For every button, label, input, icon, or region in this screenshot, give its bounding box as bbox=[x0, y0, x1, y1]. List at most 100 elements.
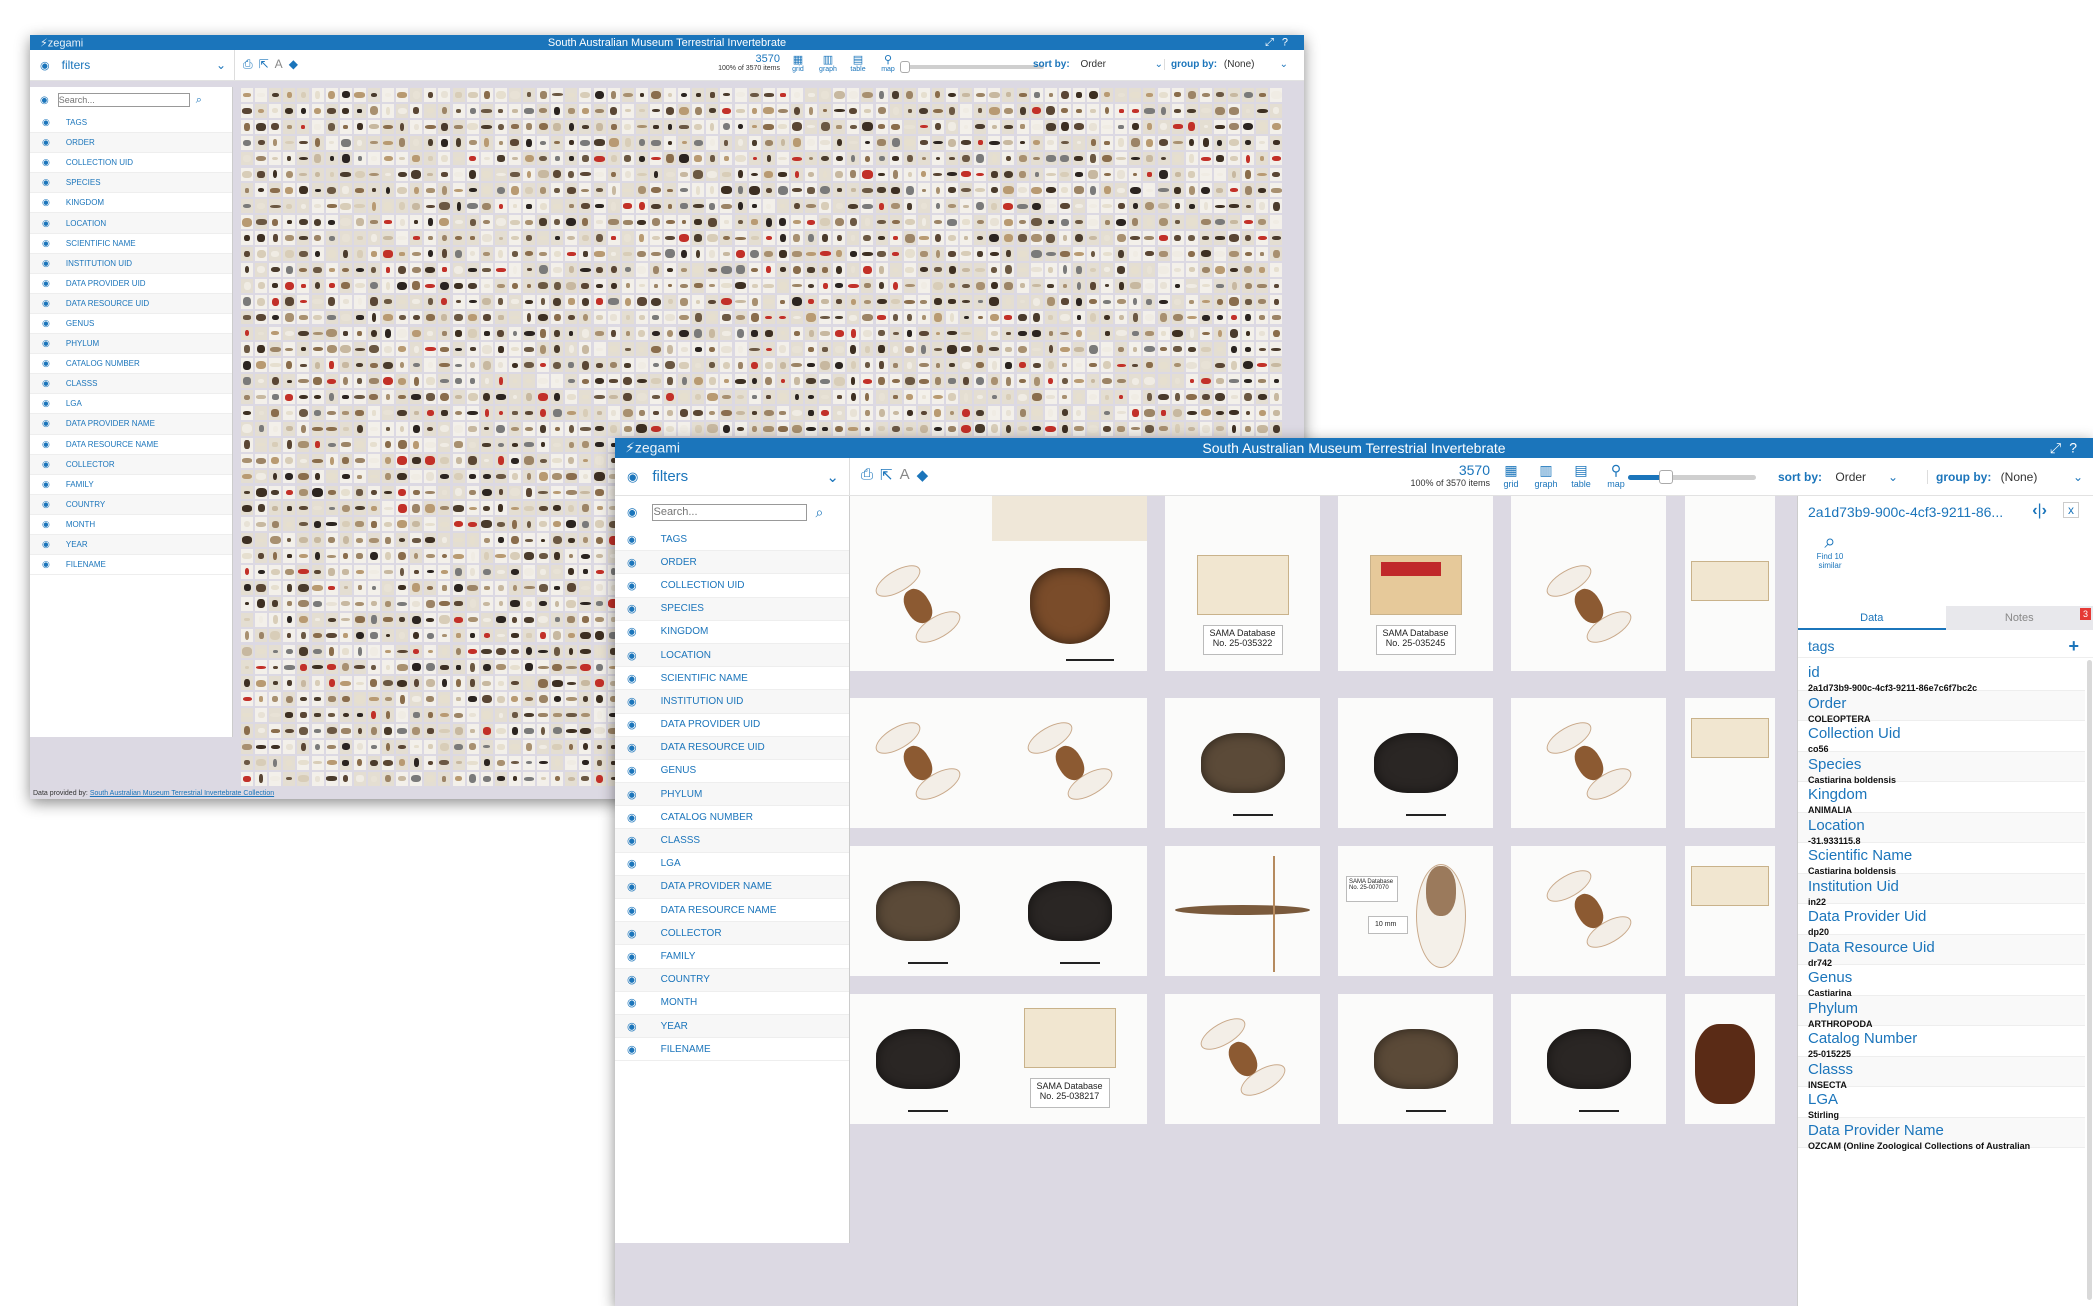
specimen-thumbnail[interactable] bbox=[960, 104, 972, 118]
specimen-thumbnail[interactable] bbox=[932, 104, 944, 118]
specimen-thumbnail[interactable] bbox=[1087, 199, 1099, 213]
specimen-thumbnail[interactable] bbox=[1256, 183, 1268, 197]
specimen-thumbnail[interactable] bbox=[777, 168, 789, 182]
specimen-thumbnail[interactable] bbox=[537, 231, 549, 245]
specimen-thumbnail[interactable] bbox=[706, 295, 718, 309]
specimen-thumbnail[interactable] bbox=[382, 199, 394, 213]
specimen-thumbnail[interactable] bbox=[340, 295, 352, 309]
specimen-thumbnail[interactable] bbox=[255, 295, 267, 309]
specimen-thumbnail[interactable] bbox=[847, 88, 859, 102]
specimen-thumbnail[interactable] bbox=[438, 104, 450, 118]
specimen-thumbnail[interactable] bbox=[509, 263, 521, 277]
specimen-thumbnail[interactable] bbox=[495, 279, 507, 293]
specimen-thumbnail[interactable] bbox=[1129, 247, 1141, 261]
specimen-thumbnail[interactable] bbox=[1073, 279, 1085, 293]
specimen-thumbnail[interactable] bbox=[664, 311, 676, 325]
specimen-thumbnail[interactable] bbox=[326, 311, 338, 325]
specimen-thumbnail[interactable] bbox=[523, 327, 535, 341]
specimen-thumbnail[interactable] bbox=[326, 104, 338, 118]
specimen-thumbnail[interactable] bbox=[622, 136, 634, 150]
specimen-thumbnail[interactable] bbox=[523, 136, 535, 150]
specimen-thumbnail[interactable] bbox=[890, 168, 902, 182]
specimen-thumbnail[interactable] bbox=[974, 231, 986, 245]
specimen-thumbnail[interactable] bbox=[241, 120, 253, 134]
specimen-thumbnail[interactable] bbox=[368, 295, 380, 309]
specimen-thumbnail[interactable] bbox=[1059, 215, 1071, 229]
specimen-thumbnail[interactable] bbox=[904, 342, 916, 356]
specimen-thumbnail[interactable] bbox=[1101, 183, 1113, 197]
specimen-thumbnail[interactable] bbox=[1228, 263, 1240, 277]
specimen-thumbnail[interactable] bbox=[636, 311, 648, 325]
specimen-thumbnail[interactable] bbox=[650, 311, 662, 325]
specimen-thumbnail[interactable] bbox=[847, 120, 859, 134]
specimen-thumbnail[interactable] bbox=[594, 215, 606, 229]
specimen-thumbnail[interactable] bbox=[692, 231, 704, 245]
specimen-thumbnail[interactable] bbox=[565, 136, 577, 150]
specimen-thumbnail[interactable] bbox=[777, 279, 789, 293]
specimen-thumbnail[interactable] bbox=[1087, 120, 1099, 134]
specimen-thumbnail[interactable] bbox=[777, 231, 789, 245]
specimen-thumbnail[interactable] bbox=[340, 327, 352, 341]
specimen-thumbnail[interactable] bbox=[1087, 152, 1099, 166]
specimen-thumbnail[interactable] bbox=[932, 231, 944, 245]
specimen-thumbnail[interactable] bbox=[777, 120, 789, 134]
specimen-thumbnail[interactable] bbox=[1017, 120, 1029, 134]
specimen-thumbnail[interactable] bbox=[241, 231, 253, 245]
specimen-thumbnail[interactable] bbox=[946, 231, 958, 245]
specimen-thumbnail[interactable] bbox=[1073, 231, 1085, 245]
specimen-thumbnail[interactable] bbox=[720, 183, 732, 197]
specimen-thumbnail[interactable] bbox=[608, 231, 620, 245]
specimen-thumbnail[interactable] bbox=[509, 104, 521, 118]
specimen-thumbnail[interactable] bbox=[1045, 168, 1057, 182]
specimen-thumbnail[interactable] bbox=[438, 136, 450, 150]
specimen-thumbnail[interactable] bbox=[537, 168, 549, 182]
specimen-thumbnail[interactable] bbox=[890, 199, 902, 213]
specimen-thumbnail[interactable] bbox=[382, 342, 394, 356]
specimen-thumbnail[interactable] bbox=[467, 263, 479, 277]
specimen-thumbnail[interactable] bbox=[692, 88, 704, 102]
specimen-thumbnail[interactable] bbox=[946, 104, 958, 118]
specimen-thumbnail[interactable] bbox=[410, 263, 422, 277]
specimen-thumbnail[interactable] bbox=[283, 168, 295, 182]
specimen-thumbnail[interactable] bbox=[368, 168, 380, 182]
specimen-thumbnail[interactable] bbox=[579, 327, 591, 341]
specimen-thumbnail[interactable] bbox=[861, 183, 873, 197]
specimen-thumbnail[interactable] bbox=[819, 231, 831, 245]
specimen-thumbnail[interactable] bbox=[918, 168, 930, 182]
specimen-thumbnail[interactable] bbox=[720, 295, 732, 309]
eye-icon[interactable]: ◉ bbox=[42, 439, 50, 450]
specimen-thumbnail[interactable] bbox=[692, 327, 704, 341]
specimen-thumbnail[interactable] bbox=[453, 263, 465, 277]
specimen-thumbnail[interactable] bbox=[678, 247, 690, 261]
specimen-thumbnail[interactable] bbox=[833, 136, 845, 150]
specimen-thumbnail[interactable] bbox=[1101, 152, 1113, 166]
specimen-thumbnail[interactable] bbox=[749, 183, 761, 197]
specimen-thumbnail[interactable] bbox=[622, 263, 634, 277]
specimen-thumbnail[interactable] bbox=[551, 231, 563, 245]
specimen-thumbnail[interactable] bbox=[692, 199, 704, 213]
specimen-thumbnail[interactable] bbox=[1270, 231, 1282, 245]
specimen-thumbnail[interactable] bbox=[1129, 136, 1141, 150]
specimen-thumbnail[interactable] bbox=[1228, 215, 1240, 229]
specimen-thumbnail[interactable] bbox=[1059, 311, 1071, 325]
specimen-thumbnail[interactable] bbox=[241, 104, 253, 118]
specimen-thumbnail[interactable] bbox=[1115, 88, 1127, 102]
specimen-thumbnail[interactable] bbox=[368, 88, 380, 102]
specimen-thumbnail[interactable] bbox=[565, 342, 577, 356]
specimen-thumbnail[interactable] bbox=[368, 231, 380, 245]
specimen-thumbnail[interactable] bbox=[847, 342, 859, 356]
specimen-thumbnail[interactable] bbox=[481, 120, 493, 134]
specimen-thumbnail[interactable] bbox=[1115, 168, 1127, 182]
specimen-thumbnail[interactable] bbox=[565, 183, 577, 197]
specimen-thumbnail[interactable] bbox=[974, 199, 986, 213]
specimen-thumbnail[interactable] bbox=[805, 311, 817, 325]
specimen-thumbnail[interactable] bbox=[847, 295, 859, 309]
specimen-thumbnail[interactable] bbox=[382, 88, 394, 102]
specimen-thumbnail[interactable] bbox=[382, 295, 394, 309]
specimen-thumbnail[interactable] bbox=[551, 88, 563, 102]
specimen-thumbnail[interactable] bbox=[904, 279, 916, 293]
specimen-thumbnail[interactable] bbox=[749, 120, 761, 134]
specimen-thumbnail[interactable] bbox=[551, 136, 563, 150]
specimen-thumbnail[interactable] bbox=[565, 168, 577, 182]
specimen-thumbnail[interactable] bbox=[396, 88, 408, 102]
